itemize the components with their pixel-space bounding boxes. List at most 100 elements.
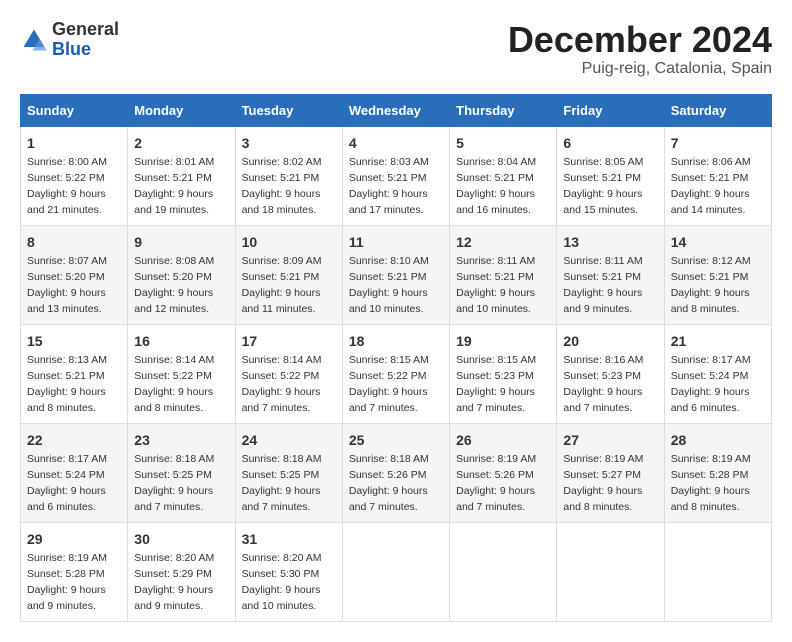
sunrise-text: Sunrise: 8:02 AM bbox=[242, 156, 322, 168]
day-number: 18 bbox=[349, 331, 443, 351]
sunrise-text: Sunrise: 8:19 AM bbox=[563, 453, 643, 465]
sunset-text: Sunset: 5:22 PM bbox=[242, 370, 320, 382]
calendar-week-3: 15Sunrise: 8:13 AMSunset: 5:21 PMDayligh… bbox=[21, 324, 772, 423]
logo-text: General Blue bbox=[52, 20, 119, 60]
day-cell-16: 16Sunrise: 8:14 AMSunset: 5:22 PMDayligh… bbox=[128, 324, 235, 423]
day-number: 2 bbox=[134, 133, 228, 153]
day-number: 31 bbox=[242, 529, 336, 549]
sunset-text: Sunset: 5:24 PM bbox=[671, 370, 749, 382]
sunset-text: Sunset: 5:22 PM bbox=[349, 370, 427, 382]
day-cell-17: 17Sunrise: 8:14 AMSunset: 5:22 PMDayligh… bbox=[235, 324, 342, 423]
logo: General Blue bbox=[20, 20, 119, 60]
sunrise-text: Sunrise: 8:03 AM bbox=[349, 156, 429, 168]
daylight-text: Daylight: 9 hours and 8 minutes. bbox=[563, 485, 642, 513]
day-number: 3 bbox=[242, 133, 336, 153]
col-wednesday: Wednesday bbox=[342, 94, 449, 126]
day-number: 19 bbox=[456, 331, 550, 351]
day-cell-7: 7Sunrise: 8:06 AMSunset: 5:21 PMDaylight… bbox=[664, 126, 771, 225]
sunrise-text: Sunrise: 8:17 AM bbox=[671, 354, 751, 366]
daylight-text: Daylight: 9 hours and 9 minutes. bbox=[134, 584, 213, 612]
daylight-text: Daylight: 9 hours and 8 minutes. bbox=[27, 386, 106, 414]
day-cell-4: 4Sunrise: 8:03 AMSunset: 5:21 PMDaylight… bbox=[342, 126, 449, 225]
title-block: December 2024 Puig-reig, Catalonia, Spai… bbox=[508, 20, 772, 78]
day-cell-6: 6Sunrise: 8:05 AMSunset: 5:21 PMDaylight… bbox=[557, 126, 664, 225]
day-cell-14: 14Sunrise: 8:12 AMSunset: 5:21 PMDayligh… bbox=[664, 225, 771, 324]
daylight-text: Daylight: 9 hours and 15 minutes. bbox=[563, 188, 642, 216]
sunset-text: Sunset: 5:21 PM bbox=[456, 172, 534, 184]
calendar-week-4: 22Sunrise: 8:17 AMSunset: 5:24 PMDayligh… bbox=[21, 423, 772, 522]
day-cell-2: 2 Sunrise: 8:01 AM Sunset: 5:21 PM Daylight… bbox=[128, 126, 235, 225]
day-number: 13 bbox=[563, 232, 657, 252]
calendar-week-5: 29Sunrise: 8:19 AMSunset: 5:28 PMDayligh… bbox=[21, 522, 772, 621]
sunrise-text: Sunrise: 8:01 AM bbox=[134, 156, 214, 168]
day-cell-15: 15Sunrise: 8:13 AMSunset: 5:21 PMDayligh… bbox=[21, 324, 128, 423]
daylight-text: Daylight: 9 hours and 18 minutes. bbox=[242, 188, 321, 216]
sunrise-text: Sunrise: 8:19 AM bbox=[671, 453, 751, 465]
sunrise-text: Sunrise: 8:20 AM bbox=[242, 552, 322, 564]
daylight-text: Daylight: 9 hours and 10 minutes. bbox=[242, 584, 321, 612]
day-cell-11: 11Sunrise: 8:10 AMSunset: 5:21 PMDayligh… bbox=[342, 225, 449, 324]
daylight-text: Daylight: 9 hours and 7 minutes. bbox=[134, 485, 213, 513]
sunset-text: Sunset: 5:24 PM bbox=[27, 469, 105, 481]
sunset-text: Sunset: 5:23 PM bbox=[563, 370, 641, 382]
empty-cell bbox=[450, 522, 557, 621]
day-number: 24 bbox=[242, 430, 336, 450]
sunrise-text: Sunrise: 8:15 AM bbox=[456, 354, 536, 366]
day-number: 8 bbox=[27, 232, 121, 252]
day-cell-24: 24Sunrise: 8:18 AMSunset: 5:25 PMDayligh… bbox=[235, 423, 342, 522]
day-number: 27 bbox=[563, 430, 657, 450]
daylight-text: Daylight: 9 hours and 9 minutes. bbox=[563, 287, 642, 315]
daylight-text: Daylight: 9 hours and 11 minutes. bbox=[242, 287, 321, 315]
sunset-text: Sunset: 5:28 PM bbox=[27, 568, 105, 580]
location: Puig-reig, Catalonia, Spain bbox=[508, 60, 772, 78]
sunset-text: Sunset: 5:28 PM bbox=[671, 469, 749, 481]
logo-general: General bbox=[52, 20, 119, 40]
sunset-text: Sunset: 5:21 PM bbox=[671, 271, 749, 283]
day-cell-20: 20Sunrise: 8:16 AMSunset: 5:23 PMDayligh… bbox=[557, 324, 664, 423]
day-cell-13: 13Sunrise: 8:11 AMSunset: 5:21 PMDayligh… bbox=[557, 225, 664, 324]
sunrise-text: Sunrise: 8:07 AM bbox=[27, 255, 107, 267]
sunrise-text: Sunrise: 8:08 AM bbox=[134, 255, 214, 267]
day-cell-1: 1Sunrise: 8:00 AMSunset: 5:22 PMDaylight… bbox=[21, 126, 128, 225]
logo-icon bbox=[20, 26, 48, 54]
empty-cell bbox=[664, 522, 771, 621]
day-cell-31: 31Sunrise: 8:20 AMSunset: 5:30 PMDayligh… bbox=[235, 522, 342, 621]
col-friday: Friday bbox=[557, 94, 664, 126]
empty-cell bbox=[557, 522, 664, 621]
sunrise-text: Sunrise: 8:00 AM bbox=[27, 156, 107, 168]
sunset-text: Sunset: 5:25 PM bbox=[242, 469, 320, 481]
col-sunday: Sunday bbox=[21, 94, 128, 126]
sunset-text: Sunset: 5:23 PM bbox=[456, 370, 534, 382]
day-number: 4 bbox=[349, 133, 443, 153]
daylight-text: Daylight: 9 hours and 10 minutes. bbox=[349, 287, 428, 315]
daylight-text: Daylight: 9 hours and 7 minutes. bbox=[349, 485, 428, 513]
sunset-text: Sunset: 5:22 PM bbox=[27, 172, 105, 184]
daylight-text: Daylight: 9 hours and 7 minutes. bbox=[456, 386, 535, 414]
sunrise-text: Sunrise: 8:05 AM bbox=[563, 156, 643, 168]
day-cell-12: 12Sunrise: 8:11 AMSunset: 5:21 PMDayligh… bbox=[450, 225, 557, 324]
day-cell-28: 28Sunrise: 8:19 AMSunset: 5:28 PMDayligh… bbox=[664, 423, 771, 522]
day-cell-19: 19 Sunrise: 8:15 AM Sunset: 5:23 PM Dayligh… bbox=[450, 324, 557, 423]
page-header: General Blue December 2024 Puig-reig, Ca… bbox=[20, 20, 772, 78]
sunset-text: Sunset: 5:21 PM bbox=[563, 271, 641, 283]
sunset-text: Sunset: 5:21 PM bbox=[349, 271, 427, 283]
sunset-text: Sunset: 5:21 PM bbox=[134, 172, 212, 184]
day-number: 17 bbox=[242, 331, 336, 351]
calendar-table: Sunday Monday Tuesday Wednesday Thursday… bbox=[20, 94, 772, 622]
sunrise-text: Sunrise: 8:15 AM bbox=[349, 354, 429, 366]
daylight-text: Daylight: 9 hours and 10 minutes. bbox=[456, 287, 535, 315]
sunset-text: Sunset: 5:20 PM bbox=[134, 271, 212, 283]
daylight-text: Daylight: 9 hours and 14 minutes. bbox=[671, 188, 750, 216]
day-number: 26 bbox=[456, 430, 550, 450]
daylight-text: Daylight: 9 hours and 8 minutes. bbox=[671, 287, 750, 315]
header-row: Sunday Monday Tuesday Wednesday Thursday… bbox=[21, 94, 772, 126]
col-monday: Monday bbox=[128, 94, 235, 126]
day-cell-27: 27Sunrise: 8:19 AMSunset: 5:27 PMDayligh… bbox=[557, 423, 664, 522]
sunset-text: Sunset: 5:21 PM bbox=[27, 370, 105, 382]
calendar-week-2: 8 Sunrise: 8:07 AM Sunset: 5:20 PM Daylight… bbox=[21, 225, 772, 324]
sunset-text: Sunset: 5:22 PM bbox=[134, 370, 212, 382]
daylight-text: Daylight: 9 hours and 19 minutes. bbox=[134, 188, 213, 216]
day-cell-8: 8Sunrise: 8:07 AMSunset: 5:20 PMDaylight… bbox=[21, 225, 128, 324]
day-cell-3: 3Sunrise: 8:02 AMSunset: 5:21 PMDaylight… bbox=[235, 126, 342, 225]
day-cell-29: 29Sunrise: 8:19 AMSunset: 5:28 PMDayligh… bbox=[21, 522, 128, 621]
